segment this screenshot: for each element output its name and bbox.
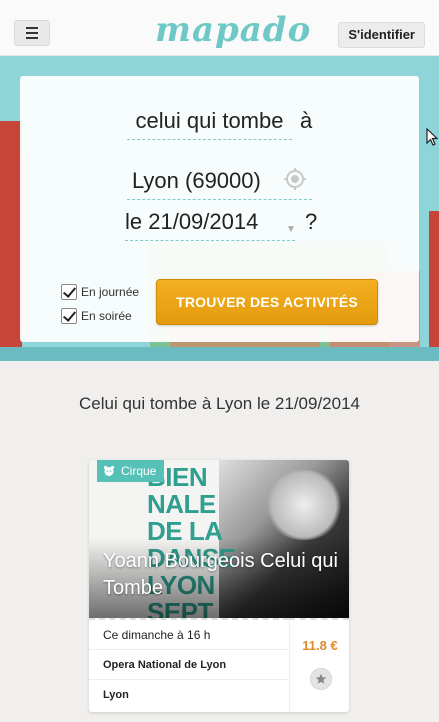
chevron-down-icon[interactable]: ▼ <box>286 224 296 235</box>
favorite-button[interactable] <box>310 668 332 690</box>
event-image[interactable]: BIEN NALE DE LA DANSE LYON SEPT Yoann Bo… <box>89 460 349 618</box>
results-heading: Celui qui tombe à Lyon le 21/09/2014 <box>78 394 360 413</box>
event-date: Ce dimanche à 16 h <box>89 620 289 650</box>
menu-line <box>26 27 38 29</box>
connector-label: à <box>300 108 313 133</box>
event-venue[interactable]: Opera National de Lyon <box>89 650 289 680</box>
activity-input[interactable]: celui qui tombe <box>127 106 292 140</box>
mouse-cursor-icon <box>426 128 438 146</box>
top-header: mapado S'identifier <box>0 0 439 56</box>
price-column: 11.8 € <box>289 618 349 712</box>
date-select[interactable]: le 21/09/2014 <box>125 207 295 241</box>
hero-illustration: celui qui tombe à Lyon (69000) le 21/09/… <box>0 56 439 361</box>
event-title[interactable]: Yoann Bourgeois Celui qui Tombe <box>103 548 343 602</box>
event-card[interactable]: BIEN NALE DE LA DANSE LYON SEPT Yoann Bo… <box>89 460 349 712</box>
illustration-building <box>429 211 439 351</box>
find-activities-button[interactable]: TROUVER DES ACTIVITÉS <box>156 279 378 325</box>
mapado-logo[interactable]: mapado <box>155 6 312 54</box>
event-details: Ce dimanche à 16 h Opera National de Lyo… <box>89 618 289 712</box>
logo-text: mapado <box>155 10 312 50</box>
dancer-hair <box>264 470 344 540</box>
option-evening[interactable]: En soirée <box>61 308 132 324</box>
geolocate-icon[interactable] <box>284 168 306 190</box>
day-checkbox-label: En journée <box>81 285 140 299</box>
option-day[interactable]: En journée <box>61 284 139 300</box>
evening-checkbox[interactable] <box>61 308 77 324</box>
evening-checkbox-label: En soirée <box>81 309 132 323</box>
menu-line <box>26 37 38 39</box>
illustration-building <box>0 121 22 351</box>
login-button[interactable]: S'identifier <box>338 22 425 48</box>
search-panel: celui qui tombe à Lyon (69000) le 21/09/… <box>20 76 419 342</box>
circus-icon <box>103 465 115 476</box>
event-price: 11.8 € <box>302 638 338 653</box>
menu-line <box>26 32 38 34</box>
event-city: Lyon <box>103 689 129 701</box>
category-badge[interactable]: Cirque <box>97 460 165 482</box>
question-mark-label: ? <box>305 209 318 234</box>
hamburger-menu-button[interactable] <box>14 20 50 46</box>
category-label: Cirque <box>121 464 157 478</box>
star-icon <box>315 673 327 684</box>
illustration-ground <box>0 347 439 361</box>
day-checkbox[interactable] <box>61 284 77 300</box>
